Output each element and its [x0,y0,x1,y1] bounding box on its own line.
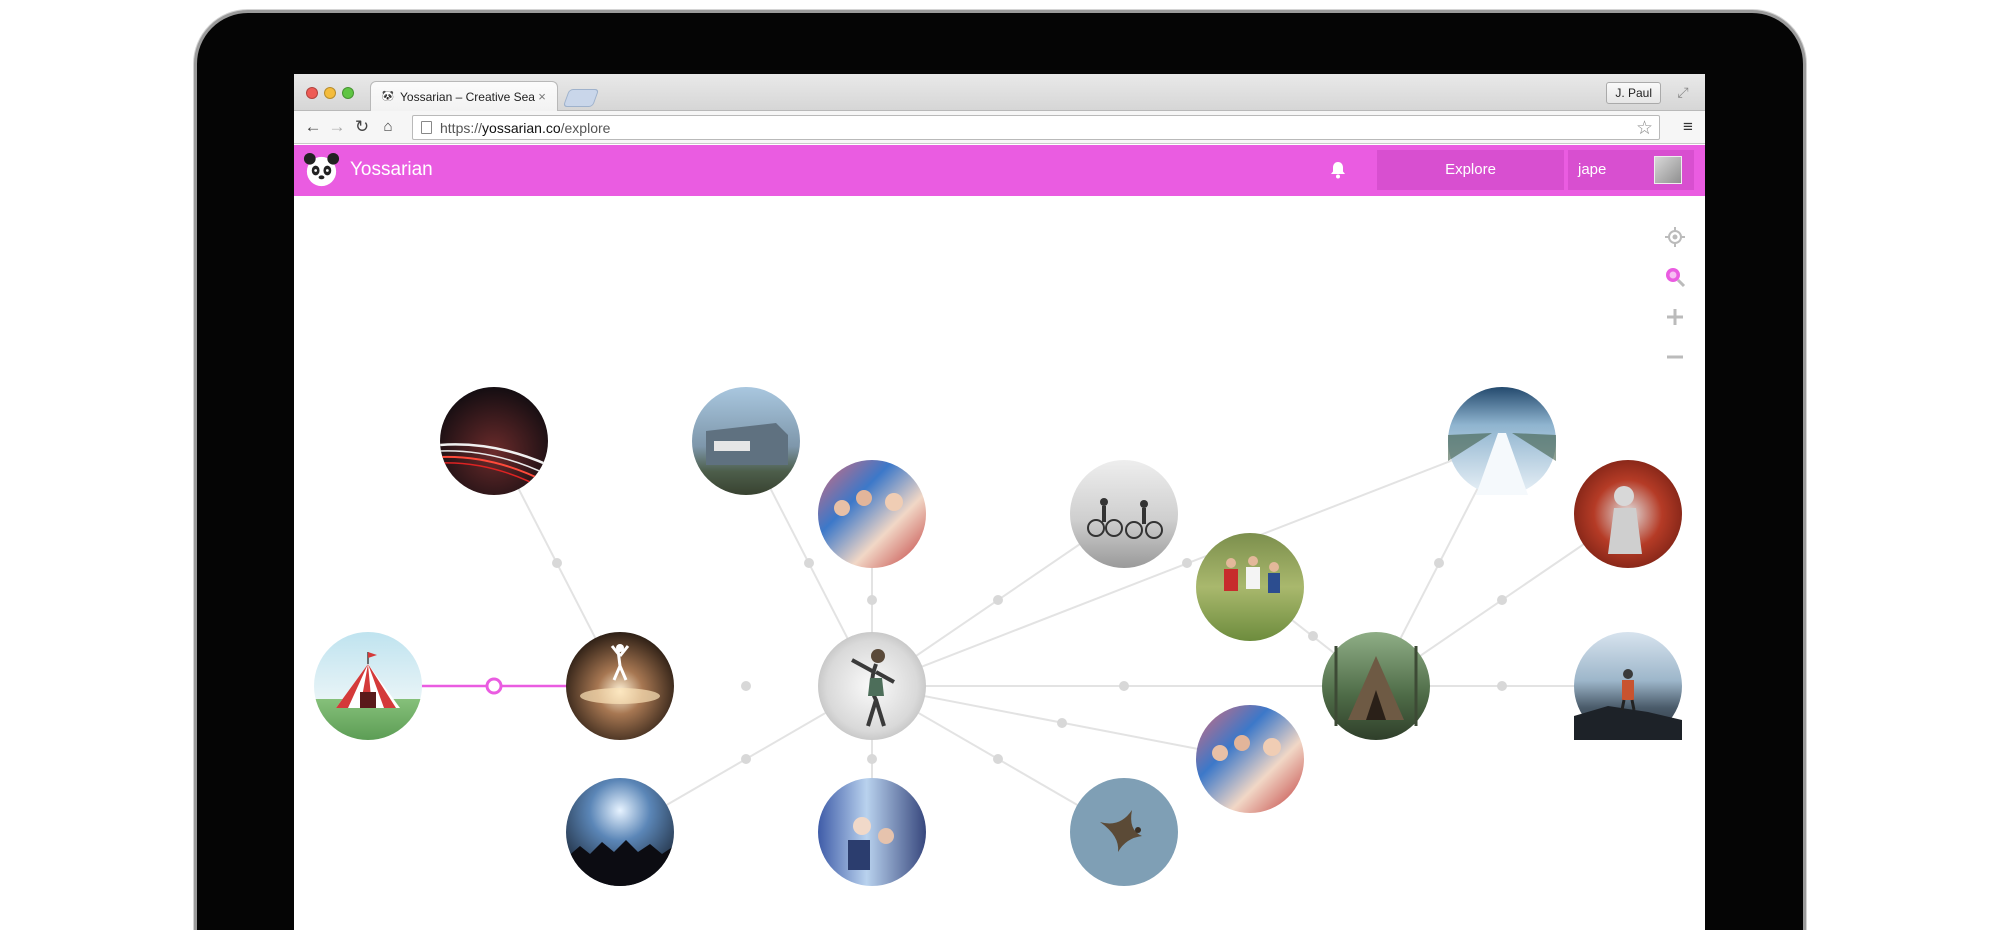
device-photo: 🐼 Yossarian – Creative Search × J. Paul … [0,0,2000,930]
explore-canvas[interactable] [294,196,1705,930]
close-tab-icon[interactable]: × [535,89,549,104]
image-node-circus-tent[interactable] [314,632,422,740]
username-label: jape [1578,161,1607,178]
url-scheme: https:// [440,119,483,136]
image-node-forest-teepee[interactable] [1322,632,1430,740]
avatar[interactable] [1654,156,1682,184]
graph-edges [493,440,1629,833]
image-node-cyclists[interactable] [1070,460,1178,568]
image-node-fans-group-2[interactable] [1196,705,1304,813]
tab-bar: 🐼 Yossarian – Creative Search × J. Paul … [294,74,1705,111]
locate-icon[interactable] [1664,226,1686,248]
browser-menu-icon[interactable]: ≡ [1679,117,1697,137]
image-node-fans-group[interactable] [818,460,926,568]
browser-tab[interactable]: 🐼 Yossarian – Creative Search × [370,81,558,111]
reload-icon[interactable]: ↻ [351,116,373,138]
image-node-bird[interactable] [1070,778,1178,886]
zoom-in-icon[interactable] [1664,306,1686,328]
panda-icon: 🐼 [381,90,395,102]
forward-icon[interactable]: → [326,116,348,138]
fullscreen-icon[interactable]: ⤢ [1675,84,1691,100]
notification-bell-icon[interactable] [1328,160,1348,180]
page-icon [421,121,432,134]
zoom-out-icon[interactable] [1664,346,1686,368]
image-node-concert-lights[interactable] [566,778,674,886]
home-icon[interactable]: ⌂ [377,116,399,138]
url-path: /explore [560,119,611,136]
minimize-window-button[interactable] [324,87,336,99]
image-node-crowd-glass[interactable] [818,778,926,886]
image-node-theatre-actor[interactable] [1574,460,1682,568]
app-header: Yossarian Explore jape [294,145,1705,196]
tab-title: Yossarian – Creative Search [400,89,535,104]
maximize-window-button[interactable] [342,87,354,99]
new-tab-button[interactable] [562,89,600,107]
map-toolbar [1664,226,1686,386]
image-node-hiker-cliff[interactable] [1574,632,1682,740]
explore-button[interactable]: Explore [1377,150,1564,190]
user-menu[interactable]: jape [1568,150,1694,190]
image-node-snowy-road[interactable] [1448,387,1556,495]
panda-logo-icon[interactable] [302,151,341,190]
close-window-button[interactable] [306,87,318,99]
image-node-building[interactable] [692,387,800,495]
image-node-stage-performer[interactable] [566,632,674,740]
browser-window: 🐼 Yossarian – Creative Search × J. Paul … [294,74,1705,930]
image-node-light-trails[interactable] [440,387,548,495]
zoom-search-icon[interactable] [1664,266,1686,288]
profile-button[interactable]: J. Paul [1606,82,1661,104]
brand-name[interactable]: Yossarian [350,159,433,181]
image-node-dancer-center[interactable] [818,632,926,740]
back-icon[interactable]: ← [302,116,324,138]
image-graph[interactable] [294,196,1705,930]
toolbar: ← → ↻ ⌂ https://yossarian.co/explore ☆ ≡ [294,111,1705,144]
url-field[interactable]: https://yossarian.co/explore ☆ [412,115,1660,140]
image-node-football-players[interactable] [1196,533,1304,641]
bookmark-star-icon[interactable]: ☆ [1636,117,1653,140]
url-host: yossarian.co [482,119,561,136]
